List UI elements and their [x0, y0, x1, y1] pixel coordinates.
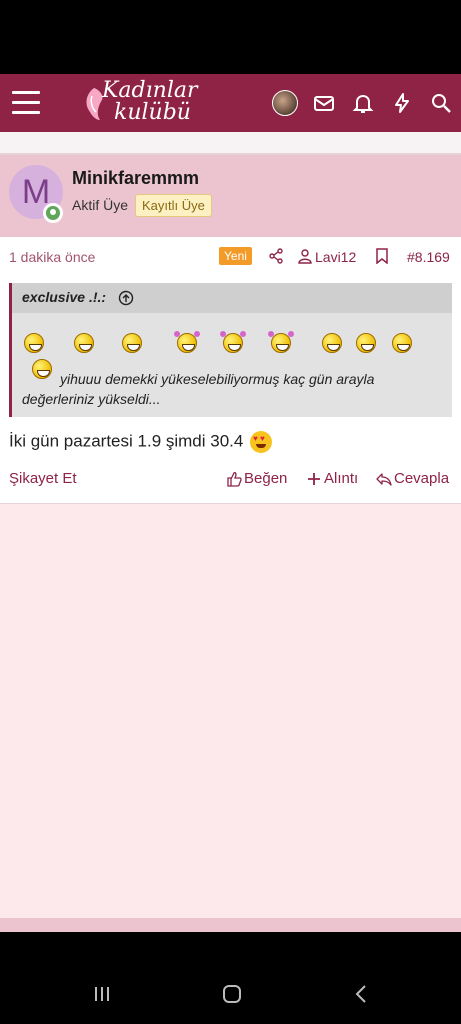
reply-icon [376, 472, 392, 486]
tagged-user-link[interactable]: Lavi12 [315, 249, 356, 265]
plus-icon [308, 472, 320, 485]
quote-header: exclusive .!.: [12, 283, 452, 313]
quote-block: exclusive .!.: yihuuu demekki yükeselebi… [9, 283, 452, 417]
user-icon [298, 249, 312, 264]
laughing-smiley-icon [24, 333, 50, 357]
flower-smiley-icon [174, 331, 200, 357]
post-body: İki gün pazartesi 1.9 şimdi 30.4 [9, 431, 273, 453]
search-icon[interactable] [429, 91, 453, 115]
logo-line2: kulübü [114, 100, 191, 125]
recent-apps-icon[interactable] [90, 984, 114, 1004]
user-badge: Kayıtlı Üye [135, 194, 212, 217]
quote-text: yihuuu demekki yükeselebiliyormuş kaç gü… [22, 371, 375, 407]
sub-navigation-bar [0, 132, 461, 154]
forum-post: M Minikfaremmm Aktif Üye Kayıtlı Üye 1 d… [0, 154, 461, 504]
post-meta: 1 dakika önce Yeni Lavi12 #8.169 [0, 241, 461, 271]
share-icon[interactable] [268, 248, 284, 264]
top-navbar: Kadınlar kulübü [0, 74, 461, 132]
thinking-smiley-icon [322, 333, 348, 357]
thumbs-up-icon [227, 471, 242, 487]
thinking-smiley-icon [356, 333, 382, 357]
flower-smiley-icon [268, 331, 294, 357]
system-navigation-bar [0, 932, 461, 1024]
home-icon[interactable] [220, 984, 244, 1004]
reply-label: Cevapla [394, 470, 450, 487]
status-bar [0, 0, 461, 74]
bell-icon[interactable] [351, 91, 375, 115]
reply-button[interactable]: Cevapla [376, 470, 449, 487]
post-actions: Şikayet Et Beğen Alıntı Cevapla [0, 467, 461, 493]
like-button[interactable]: Beğen [226, 470, 287, 487]
new-badge: Yeni [219, 247, 252, 265]
flower-smiley-icon [220, 331, 246, 357]
post-user-header: M Minikfaremmm Aktif Üye Kayıtlı Üye [0, 155, 461, 237]
post-body-text: İki gün pazartesi 1.9 şimdi 30.4 [9, 431, 244, 451]
menu-icon[interactable] [12, 91, 40, 115]
inbox-icon[interactable] [312, 91, 336, 115]
heart-eyes-emoji-icon [250, 431, 273, 453]
laughing-smiley-icon [74, 333, 100, 357]
user-title: Aktif Üye [72, 197, 129, 213]
quote-button[interactable]: Alıntı [306, 470, 358, 487]
like-label: Beğen [244, 470, 288, 487]
online-status-icon [43, 203, 63, 223]
next-post-header [0, 918, 461, 932]
logo-text: Kadınlar kulübü [102, 80, 198, 124]
site-logo[interactable]: Kadınlar kulübü [80, 80, 200, 126]
go-to-quote-icon[interactable] [118, 290, 134, 306]
username-link[interactable]: Minikfaremmm [72, 168, 199, 189]
whats-new-icon[interactable] [390, 91, 414, 115]
post-time-link[interactable]: 1 dakika önce [9, 249, 95, 265]
report-link[interactable]: Şikayet Et [9, 470, 77, 487]
account-avatar[interactable] [272, 90, 298, 116]
quote-label: Alıntı [324, 470, 359, 487]
laughing-smiley-icon [122, 333, 148, 357]
back-icon[interactable] [350, 984, 374, 1004]
quote-author[interactable]: exclusive .!.: [22, 289, 106, 305]
post-number-link[interactable]: #8.169 [407, 249, 450, 265]
bookmark-icon[interactable] [375, 248, 389, 264]
thinking-smiley-icon [392, 333, 418, 357]
